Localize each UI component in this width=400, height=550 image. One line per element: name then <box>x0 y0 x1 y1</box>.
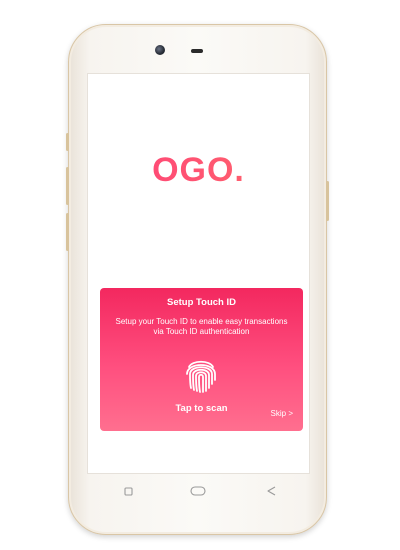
power-button <box>326 181 329 221</box>
back-icon[interactable] <box>265 486 277 496</box>
touch-id-card: Setup Touch ID Setup your Touch ID to en… <box>100 288 303 431</box>
phone-screen: OGO. Setup Touch ID Setup your Touch ID … <box>87 73 310 474</box>
home-icon[interactable] <box>189 486 207 496</box>
app-logo: OGO. <box>88 151 309 190</box>
front-camera <box>155 45 165 55</box>
volume-down-button <box>66 213 69 251</box>
phone-frame: OGO. Setup Touch ID Setup your Touch ID … <box>66 24 329 535</box>
earpiece-speaker <box>191 49 203 53</box>
touch-id-description: Setup your Touch ID to enable easy trans… <box>115 317 288 336</box>
phone-side-button <box>66 133 69 151</box>
recent-apps-icon[interactable] <box>122 486 134 496</box>
fingerprint-icon[interactable] <box>182 354 220 394</box>
volume-up-button <box>66 167 69 205</box>
skip-link[interactable]: Skip > <box>271 409 293 418</box>
touch-id-title: Setup Touch ID <box>167 297 236 308</box>
